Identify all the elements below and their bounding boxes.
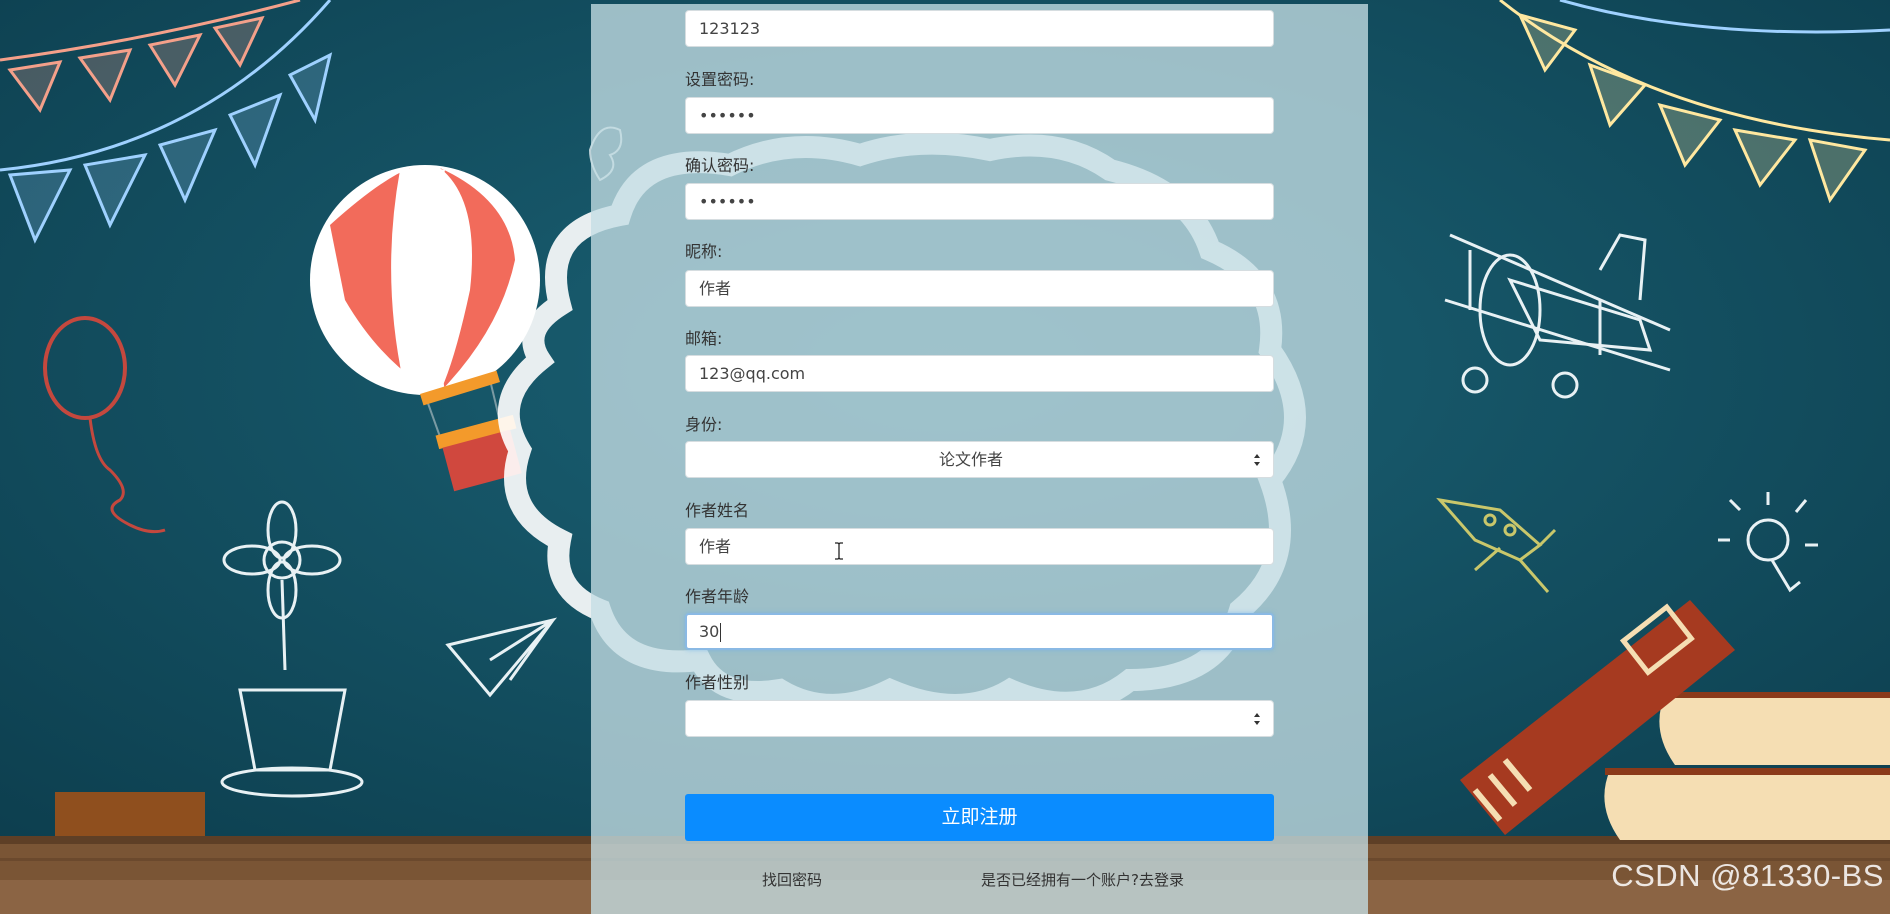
role-label: 身份: xyxy=(685,415,723,434)
nickname-label: 昵称: xyxy=(685,242,723,261)
author-age-label: 作者年龄 xyxy=(685,587,750,606)
forgot-password-link[interactable]: 找回密码 xyxy=(762,869,822,890)
email-input[interactable]: 123@qq.com xyxy=(685,355,1274,392)
csdn-watermark: CSDN @81330-BS xyxy=(1611,858,1884,893)
email-label: 邮箱: xyxy=(685,329,723,348)
account-input[interactable]: 123123 xyxy=(685,10,1274,47)
text-caret xyxy=(720,623,722,642)
text-cursor-icon xyxy=(835,542,843,560)
author-gender-label: 作者性别 xyxy=(685,673,750,692)
nickname-input[interactable]: 作者 xyxy=(685,270,1274,307)
author-age-value: 30 xyxy=(699,622,720,641)
confirm-password-label: 确认密码: xyxy=(685,156,755,175)
author-name-input[interactable]: 作者 xyxy=(685,528,1274,565)
role-select-value: 论文作者 xyxy=(938,450,1003,469)
go-login-link[interactable]: 是否已经拥有一个账户?去登录 xyxy=(981,869,1184,890)
author-name-label: 作者姓名 xyxy=(685,501,750,520)
password-label: 设置密码: xyxy=(685,70,755,89)
select-arrows-icon xyxy=(1254,454,1260,466)
confirm-password-input[interactable]: •••••• xyxy=(685,183,1274,220)
select-arrows-icon xyxy=(1254,713,1260,725)
eraser-icon xyxy=(55,792,205,836)
author-gender-select[interactable] xyxy=(685,700,1274,737)
password-input[interactable]: •••••• xyxy=(685,97,1274,134)
role-select[interactable]: 论文作者 xyxy=(685,441,1274,478)
author-age-input[interactable]: 30 xyxy=(685,613,1274,650)
register-button[interactable]: 立即注册 xyxy=(685,794,1274,841)
